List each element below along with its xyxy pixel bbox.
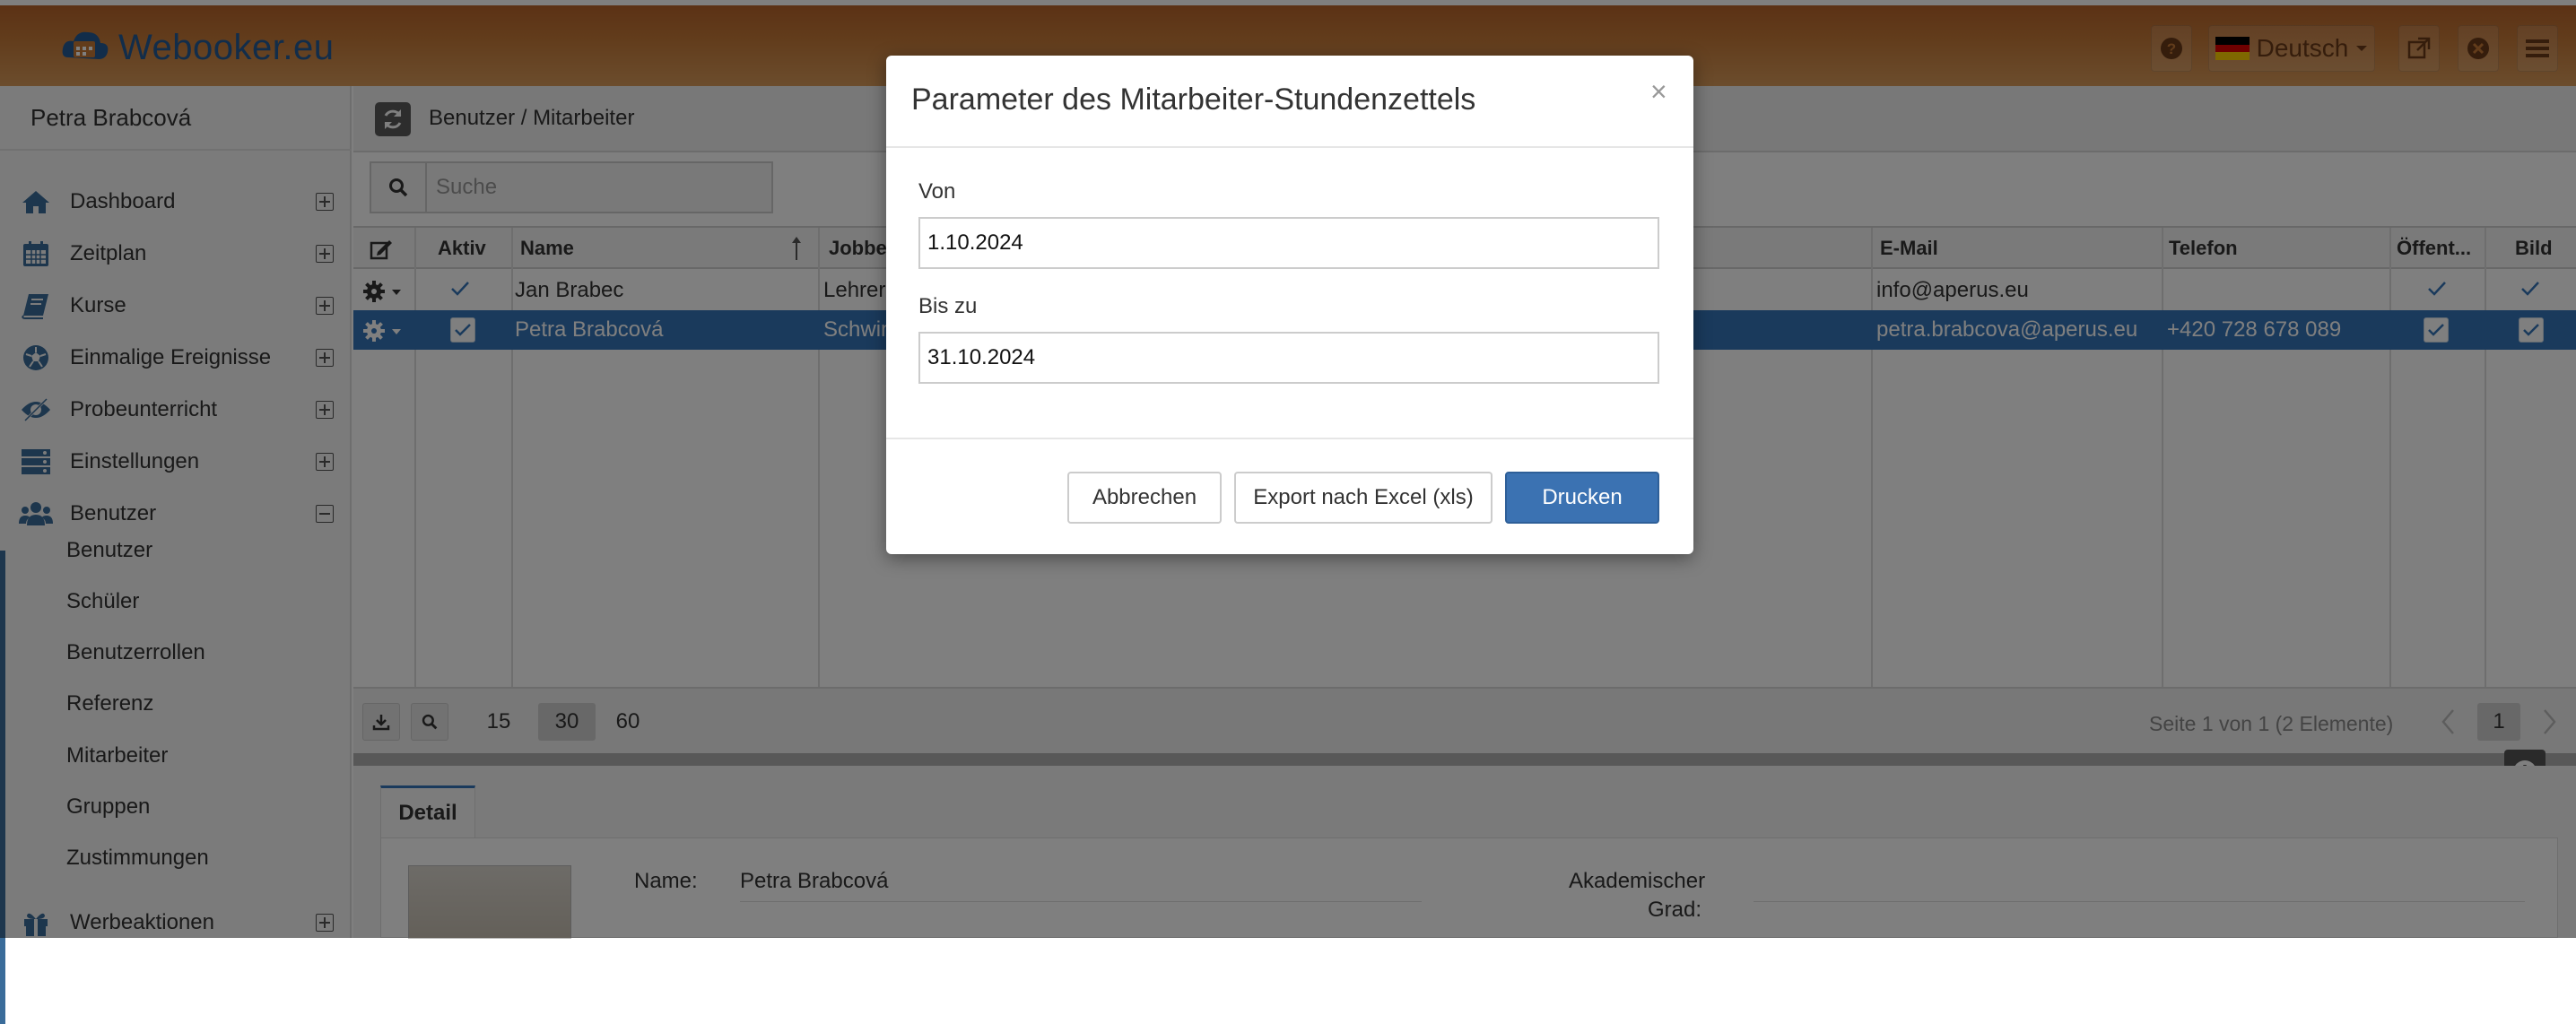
dialog-divider [886, 146, 1693, 148]
from-label: Von [918, 179, 956, 204]
export-excel-button[interactable]: Export nach Excel (xls) [1234, 472, 1493, 524]
dialog-divider [886, 438, 1693, 439]
cancel-button[interactable]: Abbrechen [1067, 472, 1222, 524]
from-date-field[interactable] [918, 217, 1659, 269]
dialog-title: Parameter des Mitarbeiter-Stundenzettels [911, 82, 1476, 117]
to-date-field[interactable] [918, 332, 1659, 384]
to-label: Bis zu [918, 294, 978, 318]
timesheet-parameters-dialog: Parameter des Mitarbeiter-Stundenzettels… [886, 56, 1693, 554]
print-button[interactable]: Drucken [1505, 472, 1659, 524]
close-icon[interactable]: × [1650, 75, 1667, 108]
